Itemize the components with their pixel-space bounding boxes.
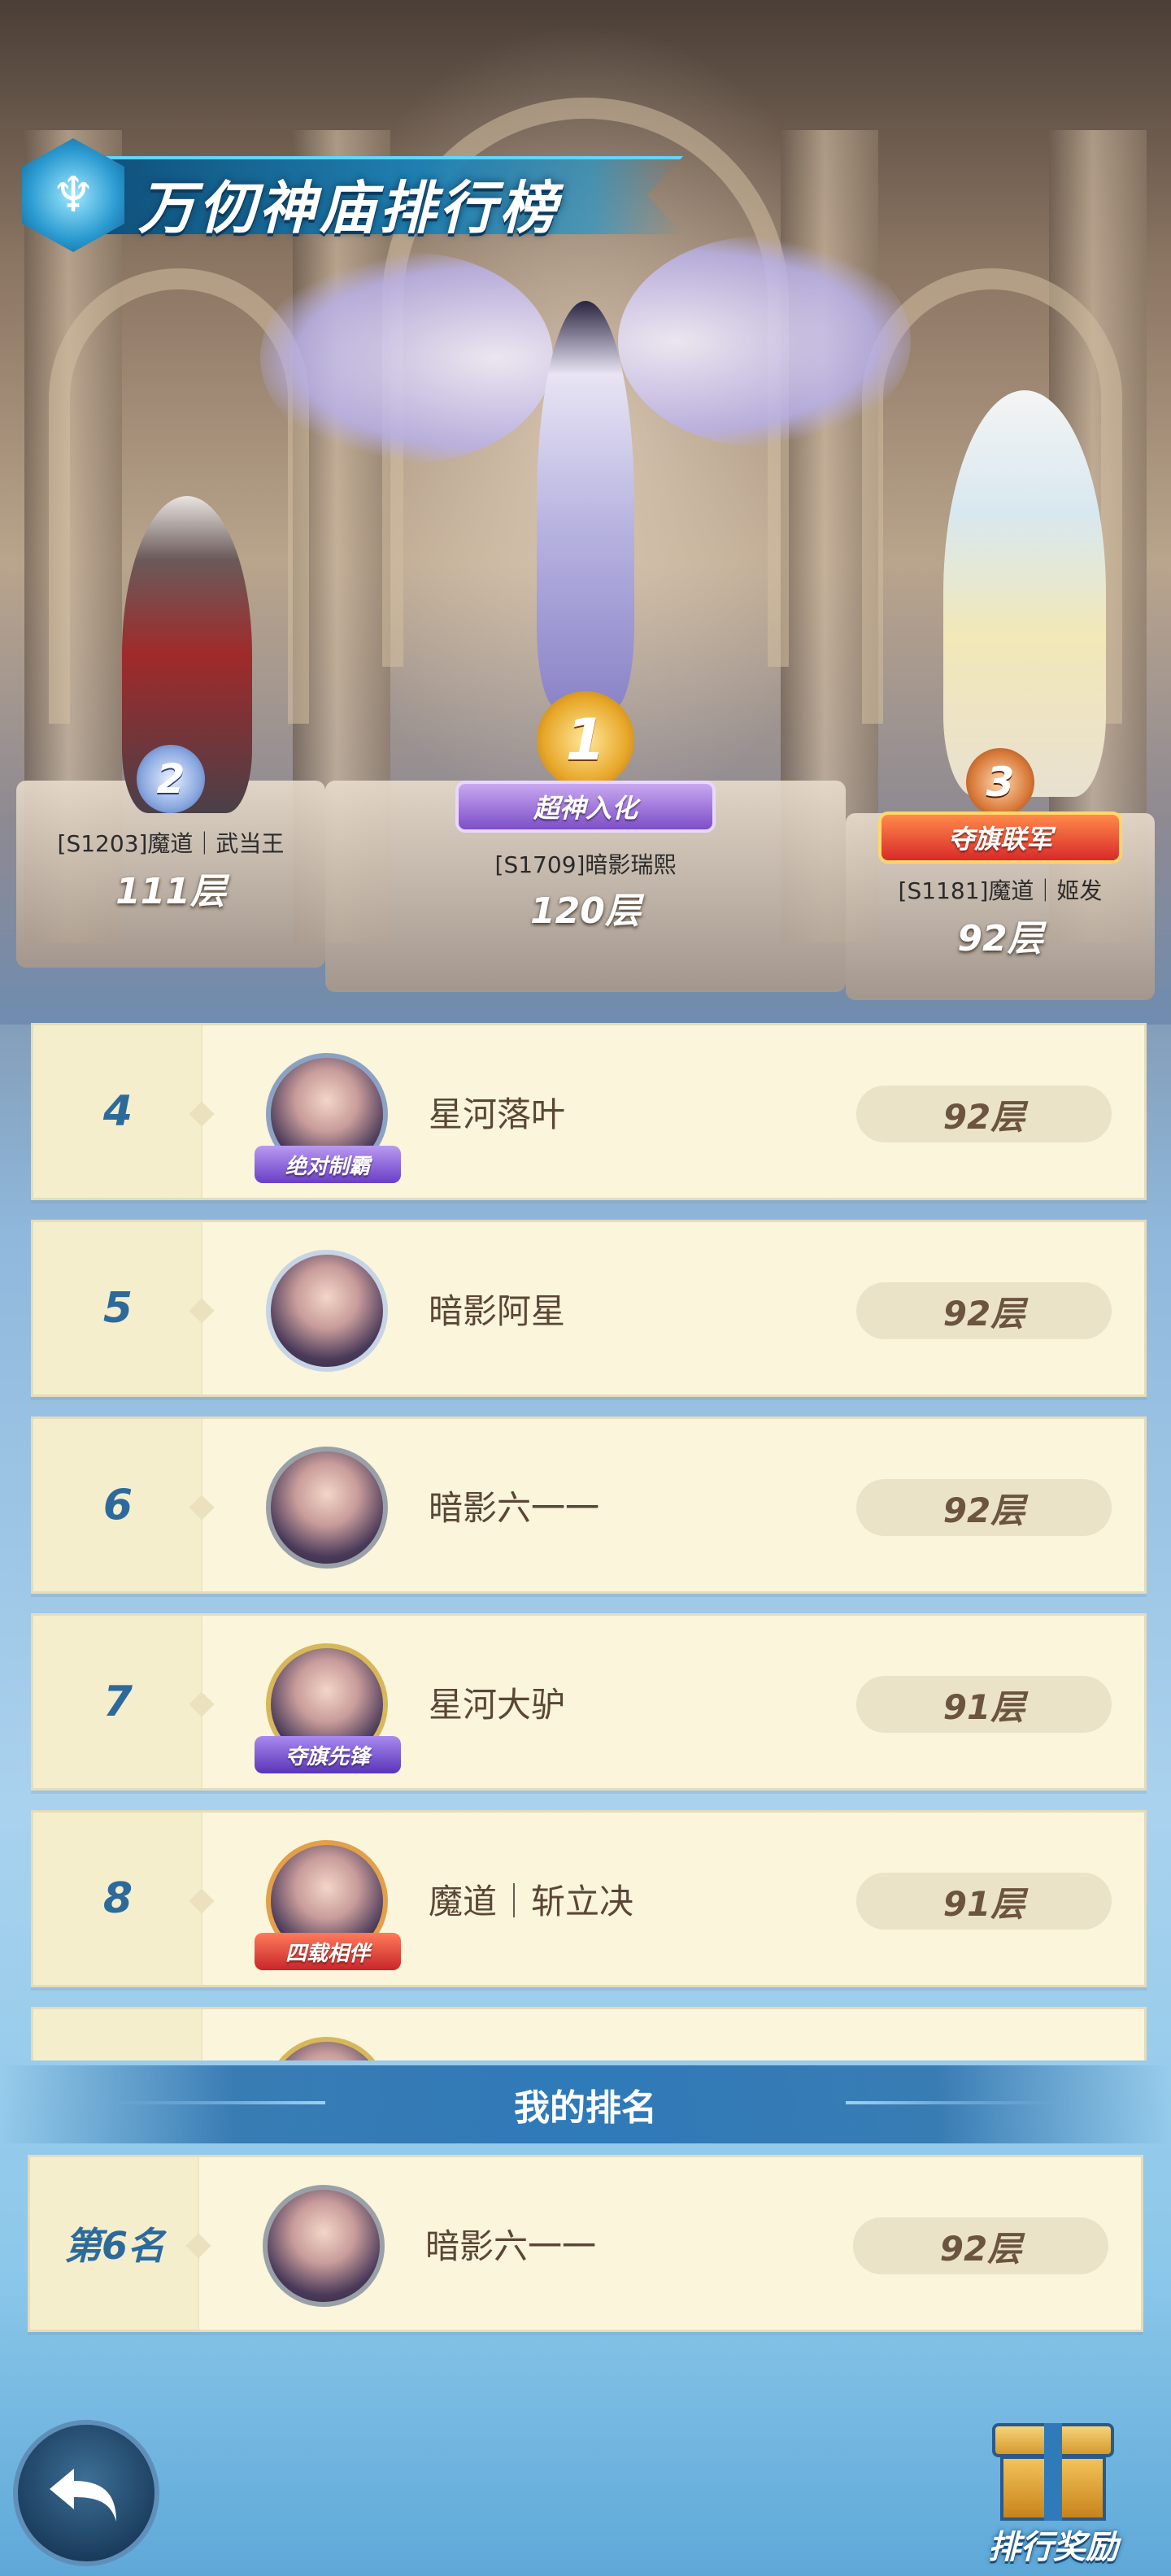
player-name: 星河落叶 xyxy=(429,1094,566,1134)
ranking-row[interactable]: 6 暗影六一一 92层 xyxy=(31,1416,1147,1594)
player-floors: 120层 xyxy=(530,890,641,932)
header-line-decoration xyxy=(114,2101,325,2104)
ranking-row[interactable]: 4 绝对制霸 星河落叶 92层 xyxy=(31,1023,1147,1200)
title-badge: 夺旗联军 xyxy=(878,812,1122,864)
floor-count: 91层 xyxy=(856,1873,1112,1930)
back-button[interactable] xyxy=(13,2420,159,2566)
floor-count: 92层 xyxy=(856,1086,1112,1142)
third-place-character[interactable] xyxy=(878,374,1155,797)
ranking-row[interactable]: 8 四载相伴 魔道｜斩立决 91层 xyxy=(31,1810,1147,1987)
first-place-character[interactable] xyxy=(260,228,911,716)
ranking-row[interactable]: 5 暗影阿星 92层 xyxy=(31,1220,1147,1397)
podium-third[interactable]: 3 夺旗联军 [S1181]魔道｜姬发 92层 xyxy=(846,748,1155,961)
my-ranking-row[interactable]: 第6名 暗影六一一 92层 xyxy=(28,2155,1143,2332)
left-wing xyxy=(260,252,553,463)
character-figure xyxy=(537,301,634,707)
podium-first[interactable]: 1 超神入化 [S1709]暗影瑞熙 120层 xyxy=(439,691,732,933)
player-name: 暗影六一一 xyxy=(425,2226,597,2266)
avatar-frame-tag: 四载相伴 xyxy=(255,1933,401,1970)
title-banner: ♆ 万仞神庙排行榜 xyxy=(16,138,683,252)
ranking-row-partial[interactable] xyxy=(31,2007,1147,2060)
back-arrow-icon xyxy=(50,2469,116,2522)
player-floors: 92层 xyxy=(957,918,1043,959)
player-avatar[interactable] xyxy=(263,2185,385,2307)
player-floors: 111层 xyxy=(115,871,226,912)
player-server-name: [S1709]暗影瑞熙 xyxy=(494,851,677,878)
floor-count: 92层 xyxy=(856,1479,1112,1536)
player-server-name: [S1181]魔道｜姬发 xyxy=(898,877,1103,904)
reward-button-label: 排行奖励 xyxy=(988,2529,1118,2566)
rank-cell xyxy=(33,2009,202,2060)
player-avatar[interactable] xyxy=(266,1447,388,1569)
ranking-row[interactable]: 7 夺旗先锋 星河大驴 91层 xyxy=(31,1613,1147,1791)
floor-count: 91层 xyxy=(856,1676,1112,1733)
avatar-frame-tag: 绝对制霸 xyxy=(255,1146,401,1183)
page-title: 万仞神庙排行榜 xyxy=(138,175,559,242)
podium-second[interactable]: 2 [S1203]魔道｜武当王 111层 xyxy=(16,745,325,914)
floor-count: 92层 xyxy=(856,1282,1112,1339)
my-ranking-header: 我的排名 xyxy=(0,2065,1171,2143)
floor-count: 92层 xyxy=(853,2217,1108,2274)
rank-number: 6 xyxy=(102,1481,133,1530)
player-server-name: [S1203]魔道｜武当王 xyxy=(57,830,285,857)
player-avatar[interactable] xyxy=(266,1250,388,1372)
ranking-list[interactable]: 4 绝对制霸 星河落叶 92层 5 暗影阿星 92层 6 暗影六一一 92层 7… xyxy=(31,1023,1147,2060)
rank-medal-gold-icon: 1 xyxy=(537,691,634,789)
header-line-decoration xyxy=(846,2101,1057,2104)
gift-box-icon xyxy=(992,2407,1114,2521)
avatar-frame-tag: 夺旗先锋 xyxy=(255,1736,401,1773)
rank-medal-bronze-icon: 3 xyxy=(966,748,1034,816)
character-figure xyxy=(943,390,1106,797)
crest-icon: ♆ xyxy=(22,138,124,252)
rank-number: 8 xyxy=(102,1874,133,1923)
player-avatar[interactable] xyxy=(266,2037,388,2060)
player-name: 魔道｜斩立决 xyxy=(429,1881,634,1921)
rank-number: 7 xyxy=(102,1677,133,1726)
title-badge: 超神入化 xyxy=(455,781,716,833)
my-ranking-title: 我的排名 xyxy=(514,2087,657,2129)
right-wing xyxy=(618,236,911,447)
my-rank-label: 第6名 xyxy=(63,2224,165,2268)
player-name: 星河大驴 xyxy=(429,1684,566,1725)
rank-medal-silver-icon: 2 xyxy=(137,745,205,813)
rank-number: 5 xyxy=(102,1284,133,1333)
rank-number: 4 xyxy=(102,1087,133,1136)
gift-box-strap xyxy=(1044,2423,1062,2521)
player-name: 暗影阿星 xyxy=(429,1290,566,1331)
player-name: 暗影六一一 xyxy=(429,1487,600,1528)
reward-button[interactable]: 排行奖励 xyxy=(976,2407,1130,2569)
